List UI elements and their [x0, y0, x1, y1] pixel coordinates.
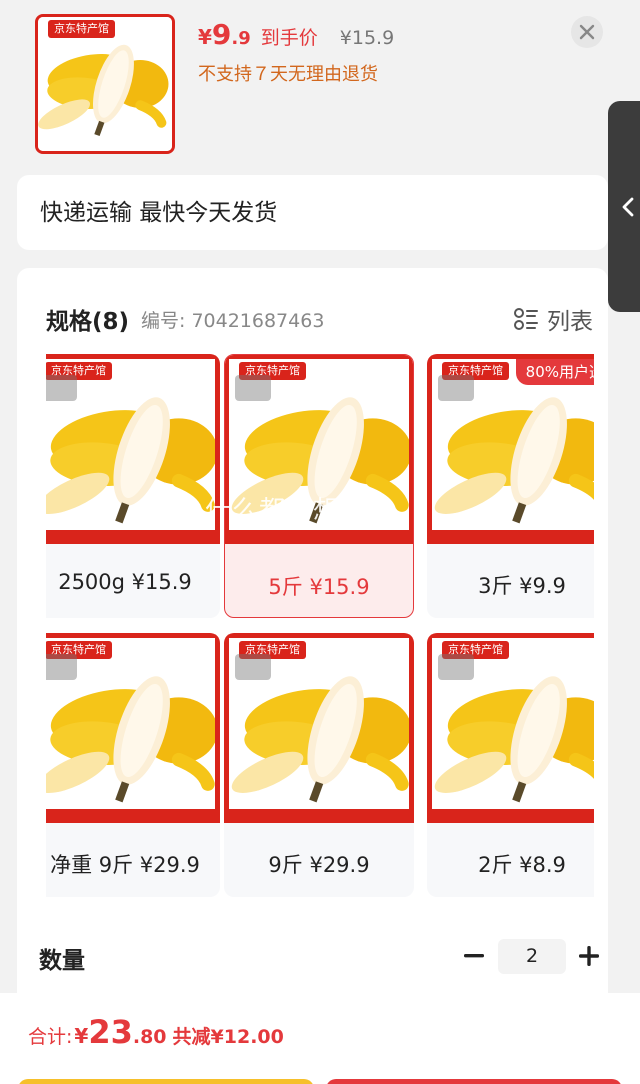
return-policy-note: 不支持７天无理由退货: [198, 64, 378, 85]
option-image: 京东特产馆: [224, 633, 414, 823]
delivery-card: 快递运输 最快今天发货: [17, 175, 608, 250]
checkout-footer: 合计: ¥ 23 .80 共减¥12.00: [0, 993, 640, 1084]
spec-options-grid: 京东特产馆 2500g ¥15.9 京东特产馆 5斤 ¥15.9 京东特产馆 8…: [46, 354, 594, 904]
option-image: 京东特产馆 80%用户选: [427, 354, 594, 544]
buy-now-button[interactable]: [326, 1079, 622, 1084]
delivery-text: 快递运输 最快今天发货: [40, 200, 278, 226]
image-footer-bar: [432, 530, 594, 544]
corner-mark: [235, 654, 271, 680]
option-label: 净重 9斤 ¥29.9: [50, 853, 200, 877]
price-integer: 9: [211, 18, 232, 51]
list-label: 列表: [547, 309, 593, 335]
spec-option-selected[interactable]: 京东特产馆 5斤 ¥15.9: [224, 354, 414, 618]
total-price: 合计: ¥ 23 .80 共减¥12.00: [28, 1013, 284, 1051]
total-symbol: ¥: [74, 1024, 89, 1048]
close-button[interactable]: [571, 16, 603, 48]
corner-mark: [438, 654, 474, 680]
product-thumbnail: 京东特产馆: [35, 14, 175, 154]
option-label: 2斤 ¥8.9: [478, 853, 566, 877]
quantity-increase-button[interactable]: [575, 938, 603, 974]
side-drawer-tab[interactable]: [608, 101, 640, 312]
spec-option[interactable]: 京东特产馆 净重 9斤 ¥29.9: [46, 633, 220, 897]
corner-mark: [46, 375, 77, 401]
plus-icon: [579, 946, 599, 966]
option-label: 9斤 ¥29.9: [268, 853, 370, 877]
option-image: 京东特产馆: [46, 354, 220, 544]
image-footer-bar: [46, 530, 215, 544]
image-footer-bar: [432, 809, 594, 823]
add-to-cart-button[interactable]: [18, 1079, 314, 1084]
price-tag: 到手价: [260, 27, 318, 49]
option-image: 京东特产馆: [46, 633, 220, 823]
quantity-input[interactable]: 2: [498, 939, 566, 974]
total-label: 合计:: [28, 1026, 73, 1048]
list-icon: [514, 308, 538, 330]
spec-option[interactable]: 京东特产馆 2斤 ¥8.9: [427, 633, 594, 897]
spec-option[interactable]: 京东特产馆 9斤 ¥29.9: [224, 633, 414, 897]
product-header: 京东特产馆 ¥ 9 .9 到手价 ¥15.9 不支持７天无理由退货: [0, 0, 640, 170]
price-decimal: .9: [231, 28, 251, 49]
option-label: 5斤 ¥15.9: [268, 575, 370, 599]
option-image: 京东特产馆: [427, 633, 594, 823]
spec-card: 规格(8) 编号: 70421687463 列表 京东特产馆 2500g ¥15…: [17, 268, 608, 1008]
promo-badge: 80%用户选: [515, 359, 594, 385]
quantity-label: 数量: [39, 948, 85, 974]
total-integer: 23: [88, 1013, 133, 1051]
spec-title: 规格(8): [46, 309, 130, 335]
image-footer-bar: [229, 530, 409, 544]
minus-icon: [464, 954, 484, 958]
corner-mark: [235, 375, 271, 401]
product-code: 编号: 70421687463: [141, 310, 325, 332]
total-savings: 共减¥12.00: [172, 1026, 284, 1048]
corner-mark: [438, 375, 474, 401]
price-symbol: ¥: [198, 25, 212, 49]
brand-badge: 京东特产馆: [48, 20, 115, 38]
spec-option[interactable]: 京东特产馆 2500g ¥15.9: [46, 354, 220, 618]
image-footer-bar: [46, 809, 215, 823]
option-label: 2500g ¥15.9: [58, 570, 192, 594]
chevron-left-icon: [622, 197, 634, 216]
list-view-toggle[interactable]: 列表: [513, 302, 593, 336]
spec-option[interactable]: 京东特产馆 80%用户选 3斤 ¥9.9: [427, 354, 594, 618]
image-footer-bar: [229, 809, 409, 823]
original-price: ¥15.9: [339, 27, 395, 49]
close-icon: [579, 24, 595, 40]
quantity-decrease-button[interactable]: [460, 938, 488, 974]
option-label: 3斤 ¥9.9: [478, 574, 566, 598]
total-decimal: .80: [132, 1026, 167, 1048]
price-row: ¥ 9 .9 到手价 ¥15.9: [198, 18, 394, 51]
option-image: 京东特产馆: [225, 355, 413, 544]
corner-mark: [46, 654, 77, 680]
